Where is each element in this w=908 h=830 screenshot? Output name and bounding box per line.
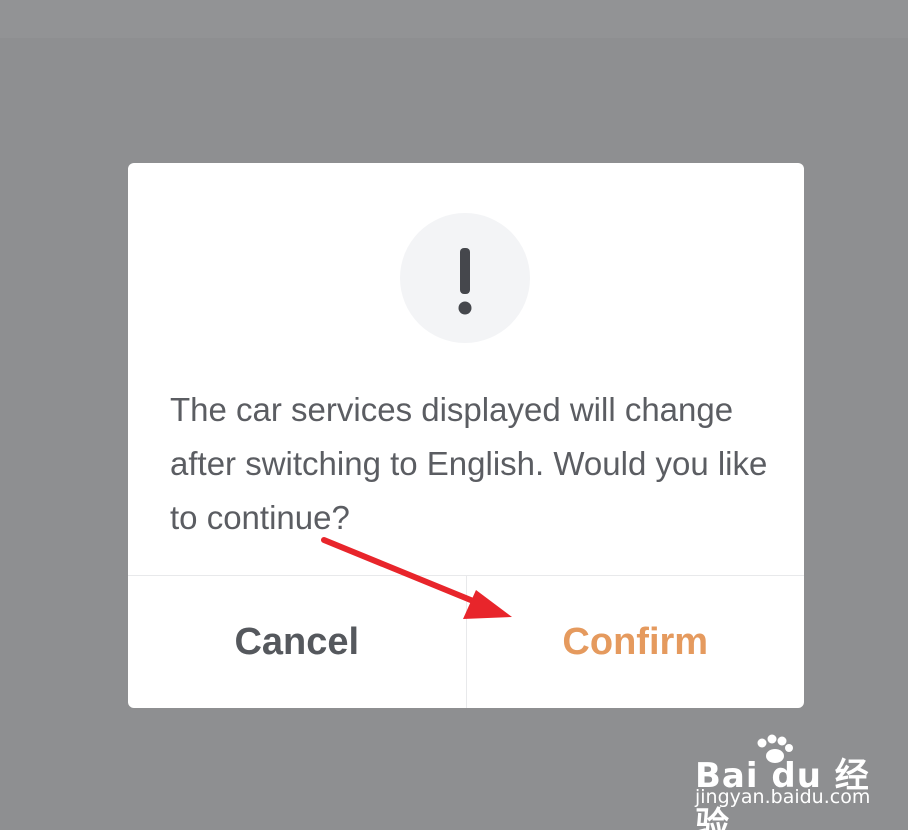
language-switch-dialog: The car services displayed will change a… (128, 163, 804, 708)
exclamation-icon (458, 248, 472, 315)
cancel-button[interactable]: Cancel (128, 576, 467, 708)
paw-icon (757, 734, 793, 763)
dialog-message: The car services displayed will change a… (170, 391, 768, 536)
dimmed-top-bar (0, 0, 908, 38)
baidu-jingyan-watermark: Bai du 经验 jingyan.baidu.com (695, 728, 895, 830)
confirm-button[interactable]: Confirm (467, 576, 805, 708)
watermark-url: jingyan.baidu.com (695, 786, 871, 808)
dialog-actions: Cancel Confirm (128, 575, 804, 708)
screen: The car services displayed will change a… (0, 0, 908, 830)
alert-badge (400, 213, 530, 343)
